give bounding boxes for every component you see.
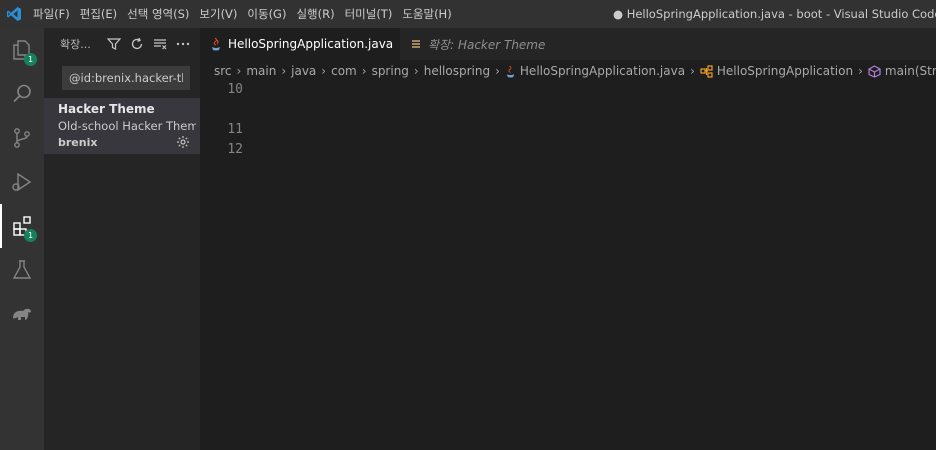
extensions-badge: 1 — [24, 229, 37, 242]
gear-icon[interactable] — [176, 135, 190, 149]
filter-icon[interactable] — [107, 37, 121, 51]
activity-extensions[interactable]: 1 — [0, 204, 44, 248]
chevron-right-icon: › — [690, 64, 695, 78]
run-debug-icon — [12, 172, 32, 192]
activity-testing[interactable] — [0, 248, 44, 292]
breadcrumb-main[interactable]: main — [246, 64, 276, 78]
tab-label: 확장: Hacker Theme — [428, 37, 546, 52]
breadcrumb-hellospring[interactable]: hellospring — [424, 64, 490, 78]
chevron-right-icon: › — [495, 64, 500, 78]
search-icon — [13, 84, 31, 103]
chevron-right-icon: › — [281, 64, 287, 78]
sidebar-title: 확장... — [60, 38, 91, 51]
breadcrumb-file[interactable]: HelloSpringApplication.java — [520, 64, 685, 78]
line-number: 11 — [227, 122, 243, 137]
activity-gradle[interactable] — [0, 292, 44, 336]
breadcrumb-src[interactable]: src — [214, 64, 232, 78]
activity-bar: 1 1 — [0, 28, 44, 450]
explorer-badge: 1 — [24, 53, 37, 66]
menu-edit[interactable]: 편집(E) — [75, 6, 122, 22]
extensions-sidebar: 확장... Hacker Theme Old-school Hacker The… — [44, 28, 200, 450]
code-editor[interactable]: 10 11 12 — [200, 82, 936, 450]
java-file-icon — [210, 37, 222, 51]
menu-go[interactable]: 이동(G) — [242, 6, 291, 22]
activity-search[interactable] — [0, 72, 44, 116]
extension-description: Old-school Hacker Theme — [58, 119, 196, 133]
window-title: ● HelloSpringApplication.java - boot - V… — [613, 7, 936, 21]
menu-run[interactable]: 실행(R) — [291, 6, 339, 22]
extension-search-input[interactable] — [69, 67, 183, 89]
menu-selection[interactable]: 선택 영역(S) — [122, 6, 194, 22]
activity-run-debug[interactable] — [0, 160, 44, 204]
extension-preview-icon — [410, 38, 422, 50]
beaker-icon — [12, 260, 32, 279]
tab-hello-spring-application[interactable]: HelloSpringApplication.java — [200, 28, 400, 60]
ln12z — [200, 140, 243, 160]
extension-list-item[interactable]: Hacker Theme Old-school Hacker Theme bre… — [44, 98, 200, 154]
menu-file[interactable]: 파일(F) — [28, 6, 75, 22]
class-symbol-icon — [700, 64, 713, 78]
extension-search-box — [62, 66, 190, 90]
breadcrumb-method[interactable]: main(String[]) — [885, 64, 936, 78]
chevron-right-icon: › — [321, 64, 327, 78]
menu-bar: 파일(F) 편집(E) 선택 영역(S) 보기(V) 이동(G) 실행(R) 터… — [28, 0, 457, 28]
menu-view[interactable]: 보기(V) — [194, 6, 242, 22]
gradle-elephant-icon — [13, 308, 31, 320]
chevron-right-icon: › — [361, 64, 367, 78]
extension-name: Hacker Theme — [58, 102, 155, 116]
title-bar: 파일(F) 편집(E) 선택 영역(S) 보기(V) 이동(G) 실행(R) 터… — [0, 0, 936, 28]
menu-terminal[interactable]: 터미널(T) — [340, 6, 398, 22]
more-actions-icon[interactable] — [176, 37, 190, 51]
menu-help[interactable]: 도움말(H) — [397, 6, 456, 22]
line-number: 10 — [227, 82, 243, 97]
breadcrumb-class[interactable]: HelloSpringApplication — [717, 64, 853, 78]
method-symbol-icon — [868, 64, 881, 78]
editor-tabs: HelloSpringApplication.java 확장: Hacker T… — [200, 28, 936, 60]
breadcrumb-com[interactable]: com — [331, 64, 357, 78]
chevron-right-icon: › — [236, 64, 242, 78]
source-control-icon — [14, 128, 30, 148]
tab-label: HelloSpringApplication.java — [228, 37, 394, 51]
breadcrumb: src › main › java › com › spring › hellosprin… — [200, 60, 936, 82]
tab-extension-hacker-theme[interactable]: 확장: Hacker Theme — [400, 28, 557, 60]
activity-source-control[interactable] — [0, 116, 44, 160]
java-file-icon — [505, 65, 516, 78]
breadcrumb-spring[interactable]: spring — [372, 64, 409, 78]
refresh-icon[interactable] — [130, 37, 144, 51]
chevron-right-icon: › — [858, 64, 863, 78]
clear-list-icon[interactable] — [153, 37, 167, 51]
vscode-logo-icon — [0, 0, 28, 28]
breadcrumb-java[interactable]: java — [291, 64, 316, 78]
activity-explorer[interactable]: 1 — [0, 28, 44, 72]
line-number — [200, 100, 243, 120]
sidebar-header: 확장... — [44, 28, 200, 60]
chevron-right-icon: › — [413, 64, 419, 78]
